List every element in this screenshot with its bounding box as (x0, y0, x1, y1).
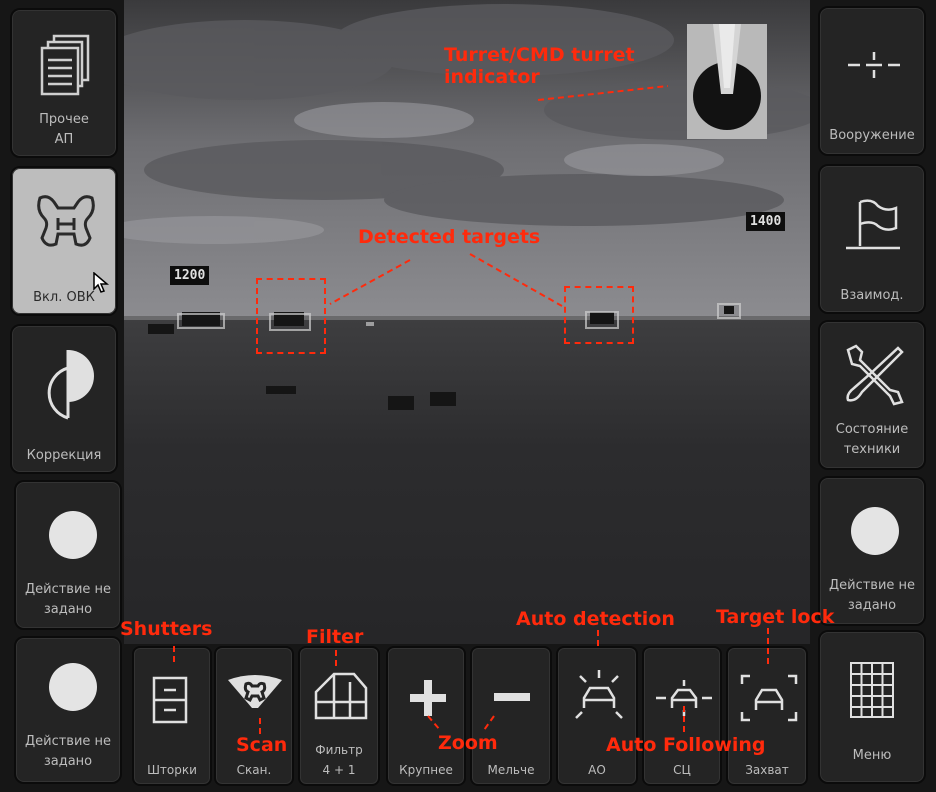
vehicle-marker (388, 396, 414, 410)
armament-button[interactable]: Вооружение (818, 6, 926, 156)
documents-icon (40, 34, 90, 96)
half-circle-icon (47, 350, 94, 420)
plus-icon (410, 680, 446, 716)
scan-button[interactable]: Скан. (214, 646, 294, 786)
crosshair-icon (848, 52, 900, 78)
shutters-annotation: Shutters (120, 618, 213, 640)
zoom-annotation: Zoom (438, 732, 498, 754)
menu-label: Меню (852, 748, 892, 763)
minus-icon (494, 693, 530, 701)
shutters-icon (152, 676, 188, 724)
auto-following-annotation: Auto Following (606, 734, 766, 756)
circle-icon (49, 663, 97, 711)
auto-following-icon (656, 680, 712, 716)
action-not-set-button-3[interactable]: Действие не задано (818, 476, 926, 626)
filter-button[interactable]: Фильтр 4 + 1 (298, 646, 380, 786)
zoom-in-label: Крупнее (399, 763, 453, 777)
action-not-set-label: Действие не задано (828, 578, 916, 613)
target-lock-annotation: Target lock (716, 606, 835, 628)
tools-icon (846, 344, 904, 406)
shutters-button[interactable]: Шторки (132, 646, 212, 786)
grid-icon (850, 662, 894, 718)
interaction-label: Взаимод. (840, 288, 904, 303)
interaction-button[interactable]: Взаимод. (818, 164, 926, 314)
vehicle-status-button[interactable]: Состояние техники (818, 320, 926, 470)
auto-detection-annotation: Auto detection (516, 608, 675, 630)
action-not-set-label: Действие не задано (24, 582, 112, 617)
ovk-on-button[interactable]: Вкл. ОВК (10, 166, 118, 316)
filter-annotation: Filter (306, 626, 364, 648)
circle-icon (49, 511, 97, 559)
auto-detection-icon (575, 670, 623, 719)
correction-button[interactable]: Коррекция (10, 324, 118, 474)
turret-indicator (687, 24, 767, 139)
turret-annotation: Turret/CMD turret indicator (444, 44, 635, 88)
scan-label: Скан. (236, 763, 272, 777)
action-not-set-button-2[interactable]: Действие не задано (14, 636, 122, 784)
filter-icon (314, 672, 368, 720)
armament-label: Вооружение (829, 128, 915, 143)
zoom-out-label: Мельче (487, 763, 535, 777)
zoom-out-button[interactable]: Мельче (470, 646, 552, 786)
vehicle-marker (430, 392, 456, 406)
shutters-label: Шторки (147, 763, 197, 777)
vehicle-status-label: Состояние техники (835, 422, 909, 457)
menu-button[interactable]: Меню (818, 630, 926, 784)
target-lock-label: Захват (745, 763, 789, 777)
target-lock-button[interactable]: Захват (726, 646, 808, 786)
other-ap-button[interactable]: Прочее АП (10, 8, 118, 158)
vehicle-marker (148, 324, 174, 334)
target-lock-icon (740, 674, 798, 722)
action-not-set-label: Действие не задано (24, 734, 112, 769)
flag-icon (846, 199, 900, 250)
turret-h-icon (37, 195, 95, 247)
action-not-set-button-1[interactable]: Действие не задано (14, 480, 122, 630)
mouse-cursor-icon (93, 272, 110, 293)
zoom-in-button[interactable]: Крупнее (386, 646, 466, 786)
scan-icon (228, 675, 282, 708)
correction-label: Коррекция (26, 448, 102, 463)
detected-target-box (564, 286, 634, 344)
auto-following-label: СЦ (673, 763, 691, 777)
distance-label: 1400 (746, 212, 786, 231)
auto-detection-label: АО (588, 763, 606, 777)
auto-detection-button[interactable]: АО (556, 646, 638, 786)
circle-icon (851, 507, 899, 555)
distance-label: 1200 (170, 266, 210, 285)
scan-annotation: Scan (236, 734, 288, 756)
vehicle-marker (724, 306, 734, 314)
vehicle-marker (266, 386, 296, 394)
other-ap-label: Прочее АП (39, 112, 89, 147)
turret-icon (693, 24, 761, 130)
auto-following-button[interactable]: СЦ (642, 646, 722, 786)
filter-label: Фильтр 4 + 1 (315, 743, 363, 777)
detected-target-box (256, 278, 326, 354)
detected-targets-annotation: Detected targets (358, 226, 541, 248)
